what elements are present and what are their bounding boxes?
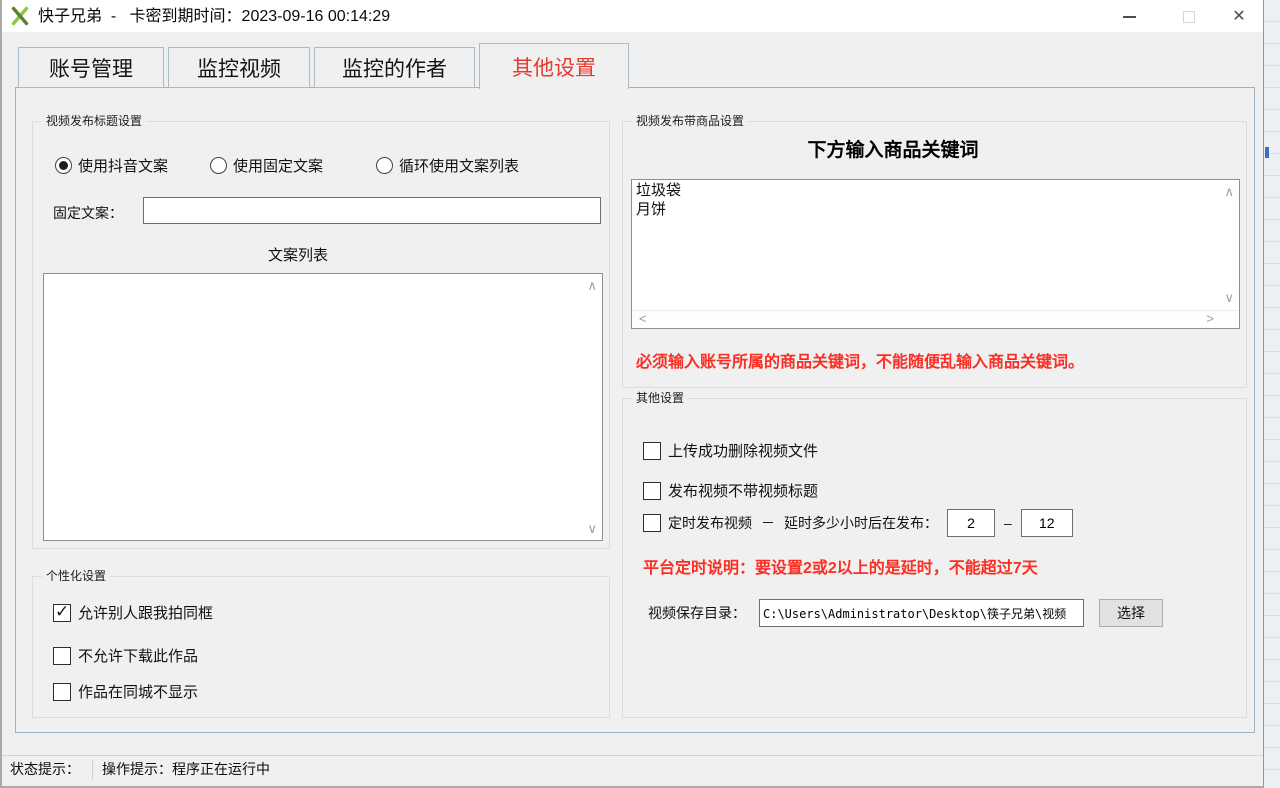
checkbox-hide-in-city[interactable]: 作品在同城不显示 bbox=[53, 681, 198, 702]
radio-label: 使用固定文案 bbox=[233, 155, 323, 176]
delay-to-input[interactable] bbox=[1021, 509, 1073, 537]
checkbox-allow-duet[interactable]: 允许别人跟我拍同框 bbox=[53, 602, 213, 623]
checkbox-label: 作品在同城不显示 bbox=[78, 681, 198, 702]
group-other-settings: 其他设置 上传成功删除视频文件 发布视频不带视频标题 定时发布视频 － 延时多少… bbox=[622, 398, 1247, 718]
scroll-up-icon[interactable] bbox=[1224, 185, 1234, 198]
fixed-copy-label: 固定文案： bbox=[53, 203, 123, 223]
app-logo-icon bbox=[10, 6, 30, 26]
choose-directory-button[interactable]: 选择 bbox=[1099, 599, 1163, 627]
close-icon bbox=[1232, 8, 1245, 26]
product-keywords-text: 垃圾袋 月饼 bbox=[636, 181, 1217, 219]
scroll-down-icon[interactable] bbox=[1224, 291, 1234, 304]
scroll-right-icon[interactable] bbox=[1206, 312, 1214, 325]
save-directory-row: 视频保存目录： 选择 bbox=[648, 599, 1163, 627]
timing-note-text: 平台定时说明：要设置2或2以上的是延时，不能超过7天 bbox=[643, 554, 1038, 578]
status-message: 操作提示：程序正在运行中 bbox=[102, 759, 270, 779]
group-product-settings: 视频发布带商品设置 下方输入商品关键词 垃圾袋 月饼 必须输入账号所属的商品关键… bbox=[622, 121, 1247, 388]
checkbox-label: 发布视频不带视频标题 bbox=[668, 480, 818, 501]
scroll-up-icon[interactable] bbox=[587, 279, 597, 292]
radio-use-douyin-copy[interactable]: 使用抖音文案 bbox=[55, 155, 168, 176]
minimize-icon bbox=[1123, 16, 1136, 18]
delay-hint-label: 延时多少小时后在发布： bbox=[784, 513, 938, 533]
group-title: 其他设置 bbox=[632, 390, 688, 406]
checkbox-label: 定时发布视频 bbox=[668, 513, 752, 533]
radio-icon bbox=[55, 157, 72, 174]
background-window-accent bbox=[1265, 147, 1269, 158]
maximize-icon bbox=[1183, 11, 1195, 23]
status-label: 状态提示： bbox=[2, 759, 92, 779]
product-keywords-textarea[interactable]: 垃圾袋 月饼 bbox=[631, 179, 1240, 329]
checkbox-label: 不允许下载此作品 bbox=[78, 645, 198, 666]
tab-monitor-video[interactable]: 监控视频 bbox=[168, 47, 310, 88]
radio-loop-copy-list[interactable]: 循环使用文案列表 bbox=[376, 155, 519, 176]
checkbox-delete-after-upload[interactable]: 上传成功删除视频文件 bbox=[643, 440, 818, 461]
tab-monitored-authors[interactable]: 监控的作者 bbox=[314, 47, 475, 88]
delay-from-input[interactable] bbox=[947, 509, 995, 537]
background-window-strip bbox=[1263, 0, 1280, 788]
checkbox-label: 允许别人跟我拍同框 bbox=[78, 602, 213, 623]
range-dash: – bbox=[1004, 515, 1012, 531]
keywords-warning-text: 必须输入账号所属的商品关键词，不能随便乱输入商品关键词。 bbox=[636, 348, 1084, 372]
copy-list-label: 文案列表 bbox=[33, 244, 563, 265]
checkbox-icon bbox=[53, 647, 71, 665]
checkbox-publish-without-title[interactable]: 发布视频不带视频标题 bbox=[643, 480, 818, 501]
checkbox-label: 上传成功删除视频文件 bbox=[668, 440, 818, 461]
radio-use-fixed-copy[interactable]: 使用固定文案 bbox=[210, 155, 323, 176]
app-window: 快子兄弟 - 卡密到期时间：2023-09-16 00:14:29 账号管理 监… bbox=[0, 0, 1264, 788]
radio-icon bbox=[376, 157, 393, 174]
status-bar: 状态提示： 操作提示：程序正在运行中 bbox=[2, 755, 1263, 782]
checkbox-icon bbox=[53, 683, 71, 701]
minimize-button[interactable] bbox=[1107, 0, 1151, 33]
checkbox-icon bbox=[643, 442, 661, 460]
group-title: 视频发布标题设置 bbox=[42, 113, 146, 129]
group-title: 个性化设置 bbox=[42, 568, 110, 584]
scroll-left-icon[interactable] bbox=[639, 312, 647, 325]
group-personalization: 个性化设置 允许别人跟我拍同框 不允许下载此作品 作品在同城不显示 bbox=[32, 576, 610, 718]
status-separator bbox=[92, 760, 93, 779]
save-directory-input[interactable] bbox=[759, 599, 1084, 627]
checkbox-disallow-download[interactable]: 不允许下载此作品 bbox=[53, 645, 198, 666]
tab-account-management[interactable]: 账号管理 bbox=[18, 47, 164, 88]
dash-separator: － bbox=[761, 513, 775, 533]
close-button[interactable] bbox=[1217, 0, 1261, 33]
window-title: 快子兄弟 - 卡密到期时间：2023-09-16 00:14:29 bbox=[38, 0, 390, 33]
checkbox-icon bbox=[643, 482, 661, 500]
fixed-copy-input[interactable] bbox=[143, 197, 601, 224]
copy-list-textarea[interactable] bbox=[43, 273, 603, 541]
radio-icon bbox=[210, 157, 227, 174]
save-directory-label: 视频保存目录： bbox=[648, 603, 746, 623]
scheduled-publish-row: 定时发布视频 － 延时多少小时后在发布： – bbox=[643, 509, 1073, 537]
horizontal-scrollbar[interactable] bbox=[633, 310, 1238, 328]
checkbox-icon bbox=[53, 604, 71, 622]
radio-label: 循环使用文案列表 bbox=[399, 155, 519, 176]
checkbox-scheduled-publish[interactable]: 定时发布视频 bbox=[643, 513, 752, 533]
radio-label: 使用抖音文案 bbox=[78, 155, 168, 176]
group-title: 视频发布带商品设置 bbox=[632, 113, 748, 129]
title-bar: 快子兄弟 - 卡密到期时间：2023-09-16 00:14:29 bbox=[2, 0, 1263, 33]
checkbox-icon bbox=[643, 514, 661, 532]
maximize-button[interactable] bbox=[1167, 0, 1211, 33]
tab-other-settings[interactable]: 其他设置 bbox=[479, 43, 629, 89]
product-keywords-header: 下方输入商品关键词 bbox=[623, 135, 1163, 162]
group-video-title-settings: 视频发布标题设置 使用抖音文案 使用固定文案 循环使用文案列表 固定文案： 文案… bbox=[32, 121, 610, 549]
scroll-down-icon[interactable] bbox=[587, 522, 597, 535]
